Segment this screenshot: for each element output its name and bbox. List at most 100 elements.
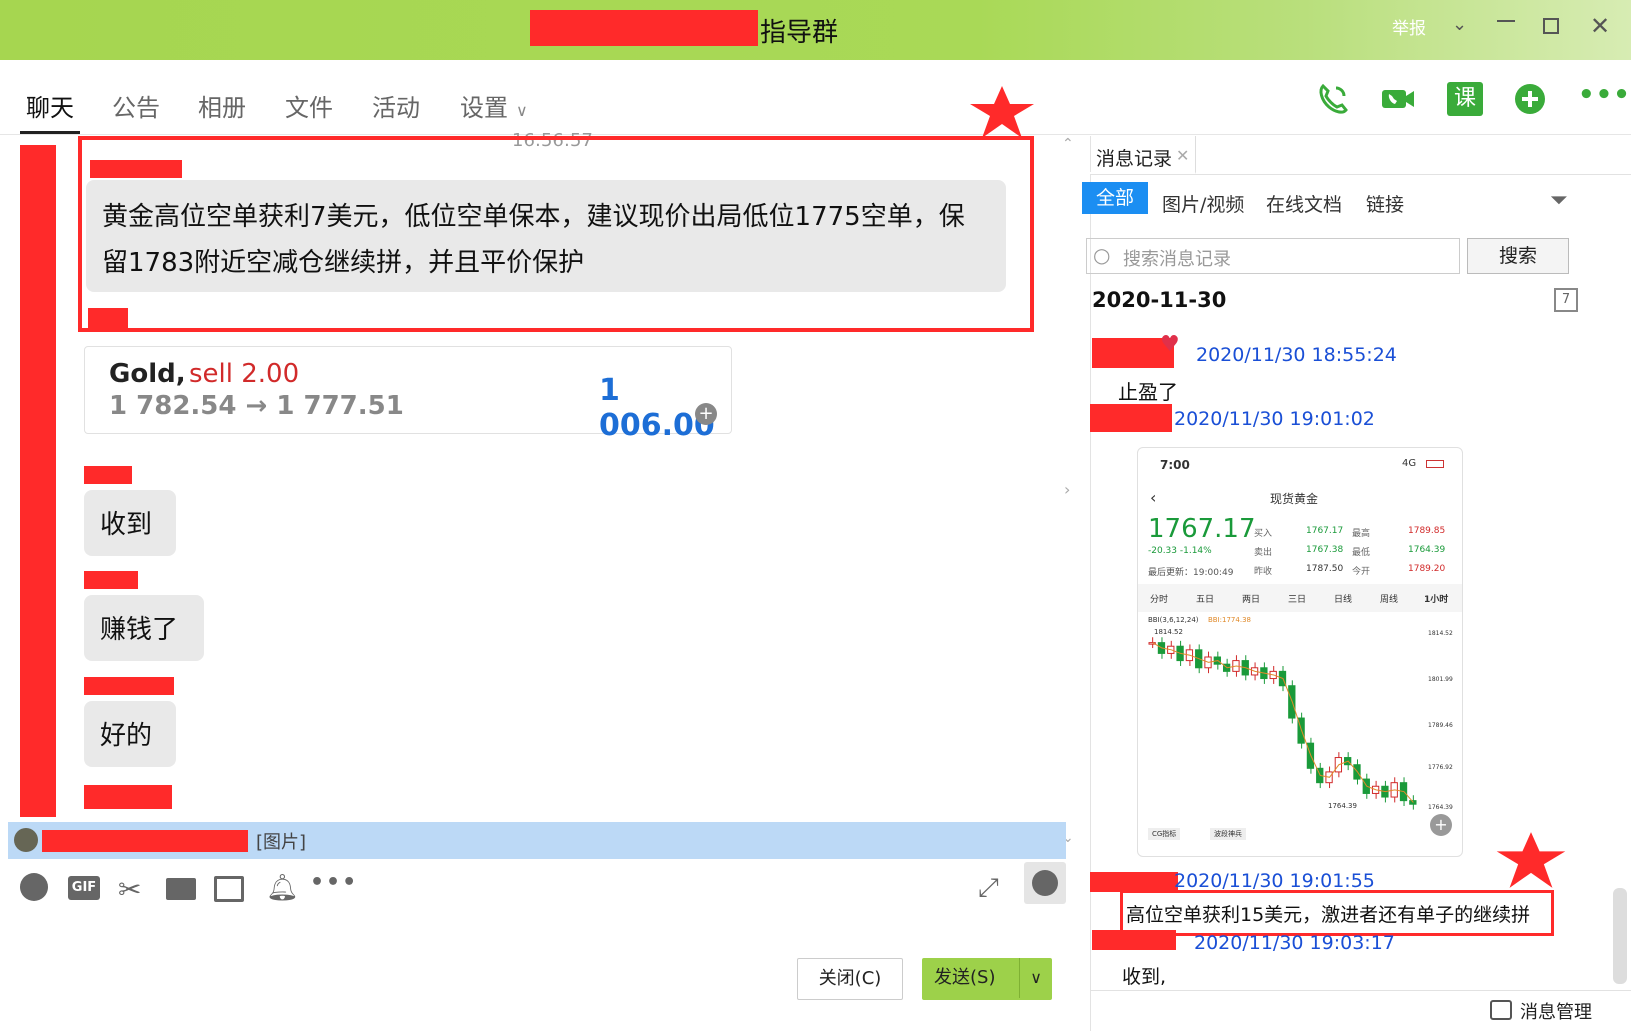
search-button[interactable]: 搜索	[1467, 238, 1569, 274]
close-button[interactable]: 关闭(C)	[797, 958, 903, 1000]
axis-label: 1776.92	[1428, 764, 1453, 771]
history-text: 收到,	[1122, 966, 1167, 988]
more-icon[interactable]: •••	[310, 870, 358, 895]
minimize-icon[interactable]	[1497, 20, 1515, 22]
tab-files[interactable]: 文件	[285, 88, 333, 123]
restore-icon[interactable]	[1543, 18, 1559, 34]
quote-label: 昨收	[1254, 567, 1273, 577]
star-icon	[970, 86, 1034, 138]
axis-label: 1801.99	[1428, 676, 1453, 683]
message-manage-icon[interactable]	[1490, 1000, 1512, 1020]
quote-label: 卖出	[1254, 548, 1273, 558]
history-time: 2020/11/30 19:01:55	[1174, 870, 1375, 892]
bell-icon[interactable]: 🔔︎	[266, 873, 299, 903]
period-tab: 五日	[1196, 595, 1215, 605]
sender-name-redacted	[84, 466, 132, 484]
message-manage-link[interactable]: 消息管理	[1520, 998, 1592, 1024]
lesson-icon[interactable]: 课	[1447, 82, 1483, 116]
calendar-icon[interactable]: 7	[1554, 288, 1578, 312]
chevron-down-icon[interactable]: ⌄	[1452, 14, 1467, 35]
avatar	[14, 828, 38, 852]
history-button[interactable]	[1024, 862, 1066, 904]
message-bubble[interactable]: 收到	[84, 490, 176, 556]
tab-album[interactable]: 相册	[198, 88, 246, 123]
axis-label: 1764.39	[1428, 804, 1453, 811]
close-icon[interactable]: ✕	[1590, 12, 1610, 40]
image-icon[interactable]	[214, 876, 244, 902]
message-bubble[interactable]: 黄金高位空单获利7美元，低位空单保本，建议现价出局低位1775空单，保留1783…	[86, 180, 1006, 292]
send-button[interactable]: 发送(S) ∨	[922, 958, 1052, 1000]
scrollbar[interactable]	[1613, 888, 1627, 984]
sender-name-redacted	[84, 571, 138, 589]
history-text: 止盈了	[1118, 380, 1178, 404]
scroll-up-icon[interactable]: ⌃	[1062, 136, 1074, 152]
search-placeholder: 搜索消息记录	[1123, 249, 1231, 270]
clock-icon	[1032, 870, 1058, 896]
scissors-icon[interactable]: ✂	[118, 873, 141, 906]
period-tab: 周线	[1380, 595, 1399, 605]
redacted-group-name	[530, 10, 758, 46]
history-tab[interactable]: 消息记录 ✕	[1090, 136, 1196, 174]
quote-value: 1767.38	[1306, 545, 1344, 555]
phone-title: 现货黄金	[1270, 492, 1319, 506]
message-bubble[interactable]: 好的	[84, 701, 176, 767]
emoji-icon[interactable]	[20, 873, 48, 901]
filter-links[interactable]: 链接	[1366, 190, 1404, 217]
tab-settings-label: 设置	[460, 94, 508, 122]
zoom-in-icon[interactable]: +	[1430, 814, 1452, 836]
chevron-down-icon[interactable]: ∨	[1019, 958, 1042, 998]
sender-name-redacted	[84, 785, 172, 809]
add-app-icon[interactable]	[1512, 82, 1548, 116]
phone-price: 1767.17	[1148, 514, 1256, 544]
filter-docs[interactable]: 在线文档	[1266, 190, 1342, 217]
phone-icon[interactable]	[1315, 82, 1351, 116]
tab-activity[interactable]: 活动	[372, 88, 420, 123]
filter-media[interactable]: 图片/视频	[1162, 190, 1244, 217]
filter-all[interactable]: 全部	[1082, 182, 1148, 214]
sender-name-redacted	[1092, 930, 1176, 950]
report-link[interactable]: 举报	[1392, 14, 1426, 39]
history-time: 2020/11/30 18:55:24	[1196, 344, 1397, 366]
tab-announcement[interactable]: 公告	[112, 88, 160, 123]
divider	[1090, 174, 1631, 175]
send-label: 发送(S)	[934, 967, 996, 988]
tab-settings[interactable]: 设置 ∨	[460, 88, 528, 123]
new-message-bar[interactable]: [图片]	[8, 822, 1066, 859]
gif-icon[interactable]: GIF	[68, 876, 100, 900]
search-input[interactable]: ○ 搜索消息记录	[1086, 238, 1460, 274]
axis-label: 1814.52	[1428, 630, 1453, 637]
history-text: 高位空单获利15美元，激进者还有单子的继续拼	[1126, 904, 1531, 926]
quote-value: 1764.39	[1408, 545, 1446, 555]
message-bubble[interactable]: 赚钱了	[84, 595, 204, 661]
search-icon: ○	[1093, 243, 1111, 267]
video-icon[interactable]	[1380, 82, 1416, 116]
chevron-right-icon[interactable]: ›	[1064, 480, 1070, 499]
heart-icon: ♥	[1160, 332, 1180, 357]
more-icon[interactable]: •••	[1578, 80, 1630, 114]
quote-label: 最低	[1352, 548, 1371, 558]
history-image[interactable]: 7:00 4G ‹ 现货黄金 1767.17 -20.33 -1.14% 最后更…	[1137, 447, 1463, 857]
quote-value: 1787.50	[1306, 564, 1344, 574]
zoom-in-icon[interactable]: +	[695, 403, 717, 425]
phone-network: 4G	[1402, 458, 1417, 469]
filter-icon[interactable]: ⏷	[1550, 188, 1568, 213]
period-tab: 日线	[1334, 595, 1353, 605]
quote-label: 今开	[1352, 567, 1371, 577]
sender-name-redacted	[42, 830, 248, 852]
quote-value: 1789.20	[1408, 564, 1446, 574]
battery-icon	[1426, 460, 1444, 468]
expand-icon[interactable]: ⤢	[978, 873, 999, 904]
phone-change: -20.33 -1.14%	[1148, 546, 1212, 556]
folder-icon[interactable]	[166, 878, 196, 900]
quote-label: 最高	[1352, 529, 1371, 539]
quote-value: 1789.85	[1408, 526, 1446, 536]
tab-chat[interactable]: 聊天	[26, 88, 74, 123]
close-icon[interactable]: ✕	[1176, 146, 1189, 165]
period-tab: 1小时	[1424, 595, 1449, 605]
trade-action: sell 2.00	[189, 359, 300, 389]
trade-card-image[interactable]: Gold, sell 2.00 1 782.54 → 1 777.51 1 00…	[84, 346, 732, 443]
quote-value: 1767.17	[1306, 526, 1344, 536]
period-tab: 三日	[1288, 595, 1307, 605]
sender-name-redacted	[84, 677, 174, 695]
sender-name-redacted	[88, 308, 128, 330]
